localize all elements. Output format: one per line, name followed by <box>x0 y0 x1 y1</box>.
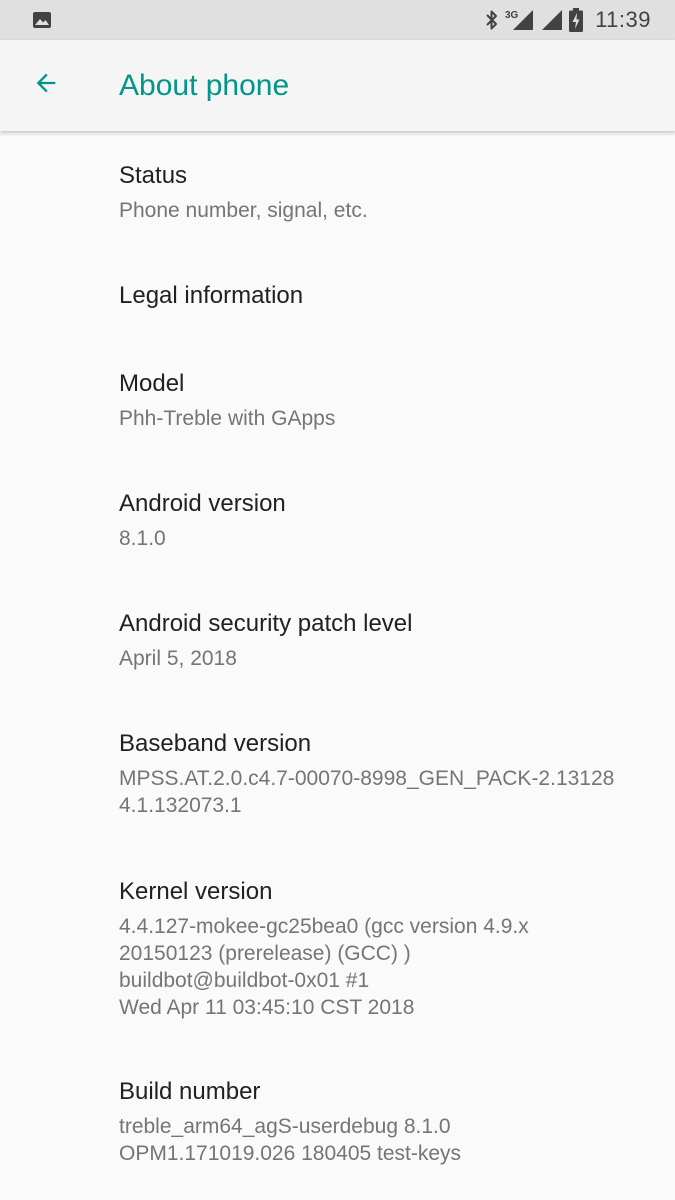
status-bar: 3G 11:39 <box>0 0 675 40</box>
item-title: Android security patch level <box>119 610 413 637</box>
list-item-status[interactable]: Status Phone number, signal, etc. <box>0 131 675 251</box>
item-summary-line: 4.4.127-mokee-gc25bea0 (gcc version 4.9.… <box>119 915 529 938</box>
mobile-signal-3g-icon: 3G <box>505 8 535 32</box>
item-title: Android version <box>119 490 286 517</box>
item-summary-line: MPSS.AT.2.0.c4.7-00070-8998_GEN_PACK-2.1… <box>119 767 615 790</box>
item-summary-line: OPM1.171019.026 180405 test-keys <box>119 1142 462 1165</box>
page-title: About phone <box>119 69 290 102</box>
back-button[interactable] <box>18 57 74 113</box>
item-title: Model <box>119 370 185 397</box>
list-item-baseband-version[interactable]: Baseband version MPSS.AT.2.0.c4.7-00070-… <box>0 699 675 846</box>
wifi-signal-icon <box>541 9 563 31</box>
item-summary-line: 20150123 (prerelease) (GCC) ) <box>119 942 411 965</box>
item-title: Kernel version <box>119 878 273 905</box>
item-summary-line: treble_arm64_agS-userdebug 8.1.0 <box>119 1115 451 1138</box>
item-title: Legal information <box>119 282 304 309</box>
item-summary-line: Wed Apr 11 03:45:10 CST 2018 <box>119 996 415 1019</box>
list-item-security-patch-level[interactable]: Android security patch level April 5, 20… <box>0 579 675 699</box>
bluetooth-icon <box>485 9 499 31</box>
item-title: Status <box>119 162 188 189</box>
status-time: 11:39 <box>595 7 651 32</box>
list-item-kernel-version[interactable]: Kernel version 4.4.127-mokee-gc25bea0 (g… <box>0 846 675 1046</box>
network-type-label: 3G <box>505 10 519 21</box>
list-item-build-number[interactable]: Build number treble_arm64_agS-userdebug … <box>0 1046 675 1200</box>
list-item-android-version[interactable]: Android version 8.1.0 <box>0 459 675 579</box>
list-item-model[interactable]: Model Phh-Treble with GApps <box>0 339 675 459</box>
item-title: Build number <box>119 1078 261 1105</box>
item-summary-line: buildbot@buildbot-0x01 #1 <box>119 969 370 992</box>
item-title: Baseband version <box>119 730 312 757</box>
arrow-back-icon <box>32 69 60 102</box>
item-summary: Phone number, signal, etc. <box>119 199 368 222</box>
image-notification-icon <box>32 10 52 30</box>
item-summary: April 5, 2018 <box>119 647 237 670</box>
item-summary: Phh-Treble with GApps <box>119 407 336 430</box>
item-summary-line: 4.1.132073.1 <box>119 794 242 817</box>
item-summary: 8.1.0 <box>119 527 166 550</box>
status-icons: 3G 11:39 <box>479 0 651 40</box>
battery-charging-icon <box>569 8 584 32</box>
app-bar: About phone <box>0 40 675 131</box>
list-item-legal-information[interactable]: Legal information <box>0 251 675 339</box>
